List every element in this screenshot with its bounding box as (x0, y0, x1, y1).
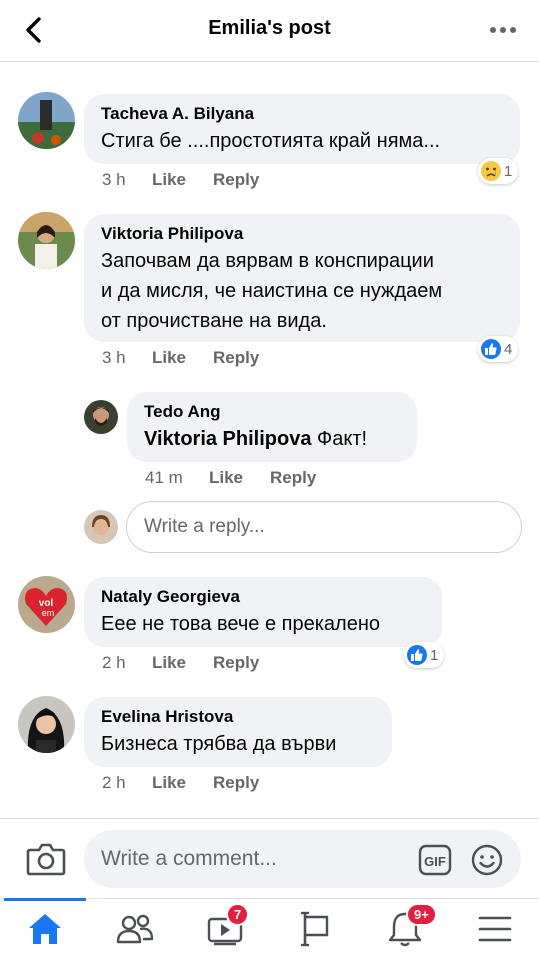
mention-link[interactable]: Viktoria Philipova (144, 428, 311, 450)
comment-author[interactable]: Tacheva A. Bilyana (101, 104, 503, 124)
comment-bubble[interactable]: Tacheva A. Bilyana Стига бе ....простоти… (84, 94, 520, 164)
gif-icon: GIF (418, 844, 452, 876)
comment-text: Еее не това вече е прекалено (101, 613, 380, 635)
avatar[interactable] (18, 212, 75, 269)
comment-author[interactable]: Nataly Georgieva (101, 587, 425, 607)
active-tab-indicator (4, 898, 86, 901)
more-dots-icon (490, 27, 516, 33)
reply-link[interactable]: Reply (270, 468, 316, 488)
comment-actions: 2 h Like Reply (102, 653, 259, 673)
more-options-button[interactable] (485, 14, 521, 46)
reply-link[interactable]: Reply (213, 773, 259, 793)
menu-icon (478, 916, 512, 942)
notifications-badge: 9+ (406, 903, 437, 926)
reaction-count: 1 (504, 162, 513, 180)
tab-home[interactable] (25, 909, 65, 949)
reaction-summary[interactable]: 4 (478, 336, 519, 362)
home-icon (29, 914, 61, 944)
avatar-photo (18, 696, 75, 753)
reply-link[interactable]: Reply (213, 348, 259, 368)
avatar-photo (84, 510, 118, 544)
reaction-count: 4 (504, 340, 513, 358)
comment-time: 2 h (102, 773, 126, 792)
like-link[interactable]: Like (152, 348, 213, 368)
tab-menu[interactable] (475, 909, 515, 949)
tab-watch[interactable]: 7 (205, 903, 250, 949)
comment-input[interactable]: Write a comment... (84, 830, 521, 888)
avatar-photo (18, 92, 75, 149)
comment-actions: 3 h Like Reply (102, 348, 259, 368)
comment-time: 3 h (102, 348, 126, 367)
top-bar: Emilia's post (0, 0, 539, 62)
reply-input[interactable]: Write a reply... (126, 501, 522, 553)
page-title: Emilia's post (208, 17, 331, 39)
comment-text-line: Започвам да вярвам в конспирации (101, 250, 434, 272)
comment-text-line: и да мисля, че наистина се нуждаем (101, 280, 443, 302)
comment-author[interactable]: Viktoria Philipova (101, 224, 503, 244)
avatar[interactable] (84, 400, 118, 434)
friends-icon (116, 914, 154, 944)
tab-pages[interactable] (295, 909, 335, 949)
comment-actions: 41 m Like Reply (145, 468, 316, 488)
sad-reaction-icon (481, 161, 501, 181)
smiley-icon (471, 844, 503, 876)
like-reaction-icon (481, 339, 501, 359)
comment-actions: 2 h Like Reply (102, 773, 259, 793)
svg-text:em: em (42, 608, 55, 618)
gif-button[interactable]: GIF (418, 844, 452, 876)
reply-link[interactable]: Reply (213, 653, 259, 673)
tab-friends[interactable] (115, 909, 155, 949)
pages-flag-icon (301, 911, 329, 947)
reply-link[interactable]: Reply (213, 170, 259, 190)
reply-bubble[interactable]: Tedo Ang Viktoria Philipova Факт! (127, 392, 417, 462)
avatar-photo (18, 212, 75, 269)
avatar-photo: volem (18, 576, 75, 633)
comment-author[interactable]: Tedo Ang (144, 402, 400, 422)
emoji-button[interactable] (470, 843, 504, 877)
reply-text: Факт! (311, 428, 368, 450)
comment-bubble[interactable]: Evelina Hristova Бизнеса трябва да върви (84, 697, 392, 767)
comment-input-placeholder: Write a comment... (101, 847, 277, 870)
camera-icon (26, 843, 66, 876)
reaction-count: 1 (430, 646, 439, 664)
avatar[interactable] (18, 696, 75, 753)
avatar[interactable] (18, 92, 75, 149)
camera-button[interactable] (26, 841, 66, 877)
comment-bubble[interactable]: Viktoria Philipova Започвам да вярвам в … (84, 214, 520, 342)
comment-actions: 3 h Like Reply (102, 170, 259, 190)
reply-input-placeholder: Write a reply... (144, 516, 265, 537)
like-link[interactable]: Like (209, 468, 270, 488)
current-user-avatar (84, 510, 118, 544)
like-link[interactable]: Like (152, 653, 213, 673)
like-reaction-icon (407, 645, 427, 665)
tab-notifications[interactable]: 9+ (385, 903, 437, 949)
like-link[interactable]: Like (152, 170, 213, 190)
watch-badge: 7 (226, 903, 250, 926)
comment-text: Бизнеса трябва да върви (101, 733, 337, 755)
comment-time: 2 h (102, 653, 126, 672)
avatar-photo (84, 400, 118, 434)
bottom-tab-bar: 7 9+ (0, 898, 539, 960)
comment-text: Стига бе ....простотията край няма... (101, 130, 441, 152)
comment-author[interactable]: Evelina Hristova (101, 707, 375, 727)
reaction-summary[interactable]: 1 (478, 158, 519, 184)
reaction-summary[interactable]: 1 (404, 642, 445, 668)
gif-label: GIF (424, 854, 446, 869)
comment-bubble[interactable]: Nataly Georgieva Еее не това вече е прек… (84, 577, 442, 647)
avatar[interactable]: vol em (18, 576, 75, 633)
comment-time: 41 m (145, 468, 183, 487)
comment-text-line: от прочистване на вида. (101, 310, 327, 332)
comment-text: Viktoria Philipova Факт! (144, 424, 400, 454)
like-link[interactable]: Like (152, 773, 213, 793)
comment-composer: Write a comment... GIF (0, 818, 539, 898)
comment-time: 3 h (102, 170, 126, 189)
